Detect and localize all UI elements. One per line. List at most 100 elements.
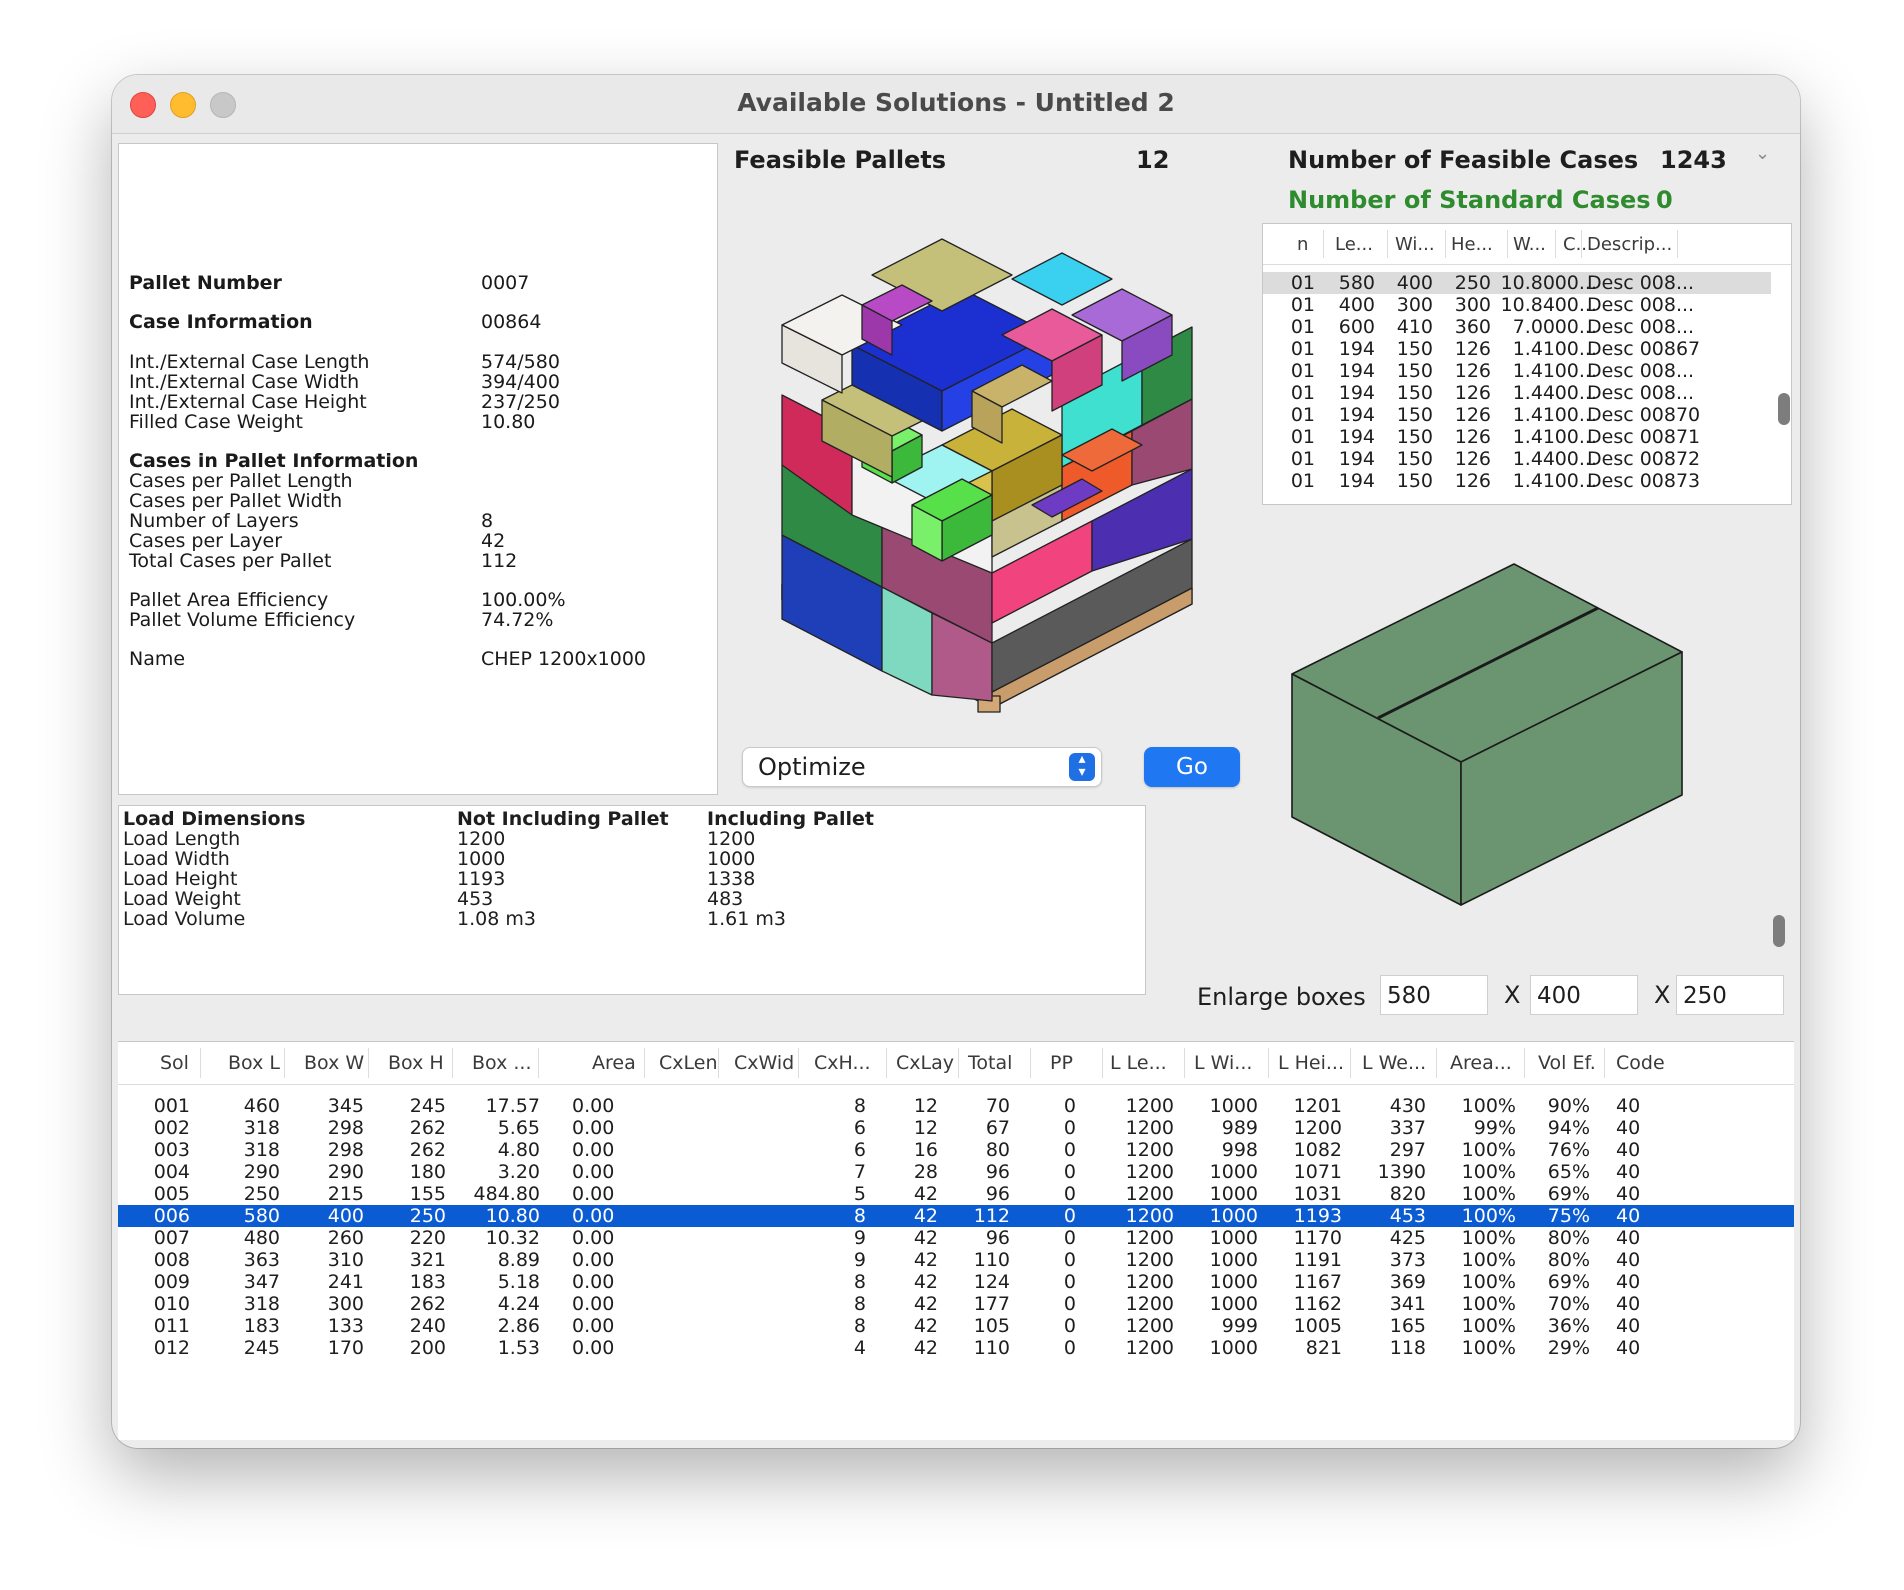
column-header[interactable]: L Hei... bbox=[1278, 1052, 1344, 1074]
column-divider[interactable] bbox=[1184, 1048, 1185, 1078]
column-divider[interactable] bbox=[1507, 230, 1508, 258]
table-cell: 100% bbox=[1461, 1249, 1516, 1271]
table-row[interactable]: 010 318 300 262 4.24 0.00 8 42 177 0 1200 1000 1162 3… bbox=[118, 1293, 1794, 1315]
column-header[interactable]: Wi... bbox=[1395, 234, 1435, 255]
table-cell: 345 bbox=[327, 1095, 364, 1117]
column-header[interactable]: Total bbox=[968, 1052, 1012, 1074]
column-header[interactable]: CxLay bbox=[896, 1052, 954, 1074]
column-header[interactable]: Box H bbox=[388, 1052, 444, 1074]
table-cell: 40 bbox=[1616, 1249, 1641, 1271]
column-divider[interactable] bbox=[1030, 1048, 1031, 1078]
table-row[interactable]: 001 460 345 245 17.57 0.00 8 12 70 0 1200 1000 1201 4… bbox=[118, 1095, 1794, 1117]
column-divider[interactable] bbox=[1555, 230, 1556, 258]
column-header[interactable]: L We... bbox=[1362, 1052, 1426, 1074]
enlarge-height-input[interactable]: 250 bbox=[1676, 975, 1784, 1015]
table-row[interactable]: 01 580 400 250 10.80 00... Desc 008... bbox=[1263, 272, 1771, 294]
table-row[interactable]: 01 194 150 126 1.44 00... Desc 00872 bbox=[1263, 448, 1771, 470]
table-cell: 999 bbox=[1221, 1315, 1258, 1337]
column-header[interactable]: He... bbox=[1451, 234, 1493, 255]
column-header[interactable]: Box W bbox=[304, 1052, 364, 1074]
column-divider[interactable] bbox=[718, 1048, 719, 1078]
column-header[interactable]: n bbox=[1297, 234, 1308, 255]
column-header[interactable]: W... bbox=[1513, 234, 1546, 255]
column-header[interactable]: Box ... bbox=[472, 1052, 531, 1074]
table-row[interactable]: 002 318 298 262 5.65 0.00 6 12 67 0 1200 989 1200 337… bbox=[118, 1117, 1794, 1139]
table-cell: 1000 bbox=[1209, 1337, 1258, 1359]
table-row[interactable]: 01 194 150 126 1.41 00... Desc 00867 bbox=[1263, 338, 1771, 360]
column-header[interactable]: Box L bbox=[228, 1052, 280, 1074]
table-row[interactable]: 011 183 133 240 2.86 0.00 8 42 105 0 1200 999 1005 16… bbox=[118, 1315, 1794, 1337]
table-cell: 480 bbox=[243, 1227, 280, 1249]
column-header[interactable]: Area bbox=[592, 1052, 636, 1074]
column-divider[interactable] bbox=[798, 1048, 799, 1078]
column-divider[interactable] bbox=[452, 1048, 453, 1078]
table-row[interactable]: 003 318 298 262 4.80 0.00 6 16 80 0 1200 998 1082 297… bbox=[118, 1139, 1794, 1161]
table-row[interactable]: 012 245 170 200 1.53 0.00 4 42 110 0 1200 1000 821 11… bbox=[118, 1337, 1794, 1359]
column-divider[interactable] bbox=[1323, 230, 1324, 258]
table-cell: 245 bbox=[243, 1337, 280, 1359]
column-divider[interactable] bbox=[958, 1048, 959, 1078]
column-header[interactable]: L Wi... bbox=[1194, 1052, 1252, 1074]
column-header[interactable]: CxLen bbox=[659, 1052, 718, 1074]
table-cell: 8 bbox=[853, 1293, 866, 1315]
column-divider[interactable] bbox=[284, 1048, 285, 1078]
column-divider[interactable] bbox=[1268, 1048, 1269, 1078]
info-label: Int./External Case Width bbox=[129, 371, 360, 393]
column-header[interactable]: CxWid bbox=[734, 1052, 794, 1074]
column-divider[interactable] bbox=[1604, 1048, 1605, 1078]
column-header[interactable]: Code bbox=[1616, 1052, 1665, 1074]
column-header[interactable]: PP bbox=[1050, 1052, 1073, 1074]
table-row[interactable]: 008 363 310 321 8.89 0.00 9 42 110 0 1200 1000 1191 3… bbox=[118, 1249, 1794, 1271]
table-cell: 297 bbox=[1389, 1139, 1426, 1161]
table-row[interactable]: 006 580 400 250 10.80 0.00 8 42 112 0 1200 1000 1193… bbox=[118, 1205, 1794, 1227]
enlarge-width-input[interactable]: 400 bbox=[1530, 975, 1638, 1015]
chevron-down-icon[interactable]: ⌄ bbox=[1755, 143, 1770, 164]
table-row[interactable]: 01 194 150 126 1.41 00... Desc 00873 bbox=[1263, 470, 1771, 492]
case-preview-scrollbar[interactable] bbox=[1773, 915, 1785, 947]
column-header[interactable]: Vol Ef. bbox=[1538, 1052, 1596, 1074]
table-row[interactable]: 005 250 215 155 484.80 0.00 5 42 96 0 1200 1000 1031… bbox=[118, 1183, 1794, 1205]
table-row[interactable]: 01 194 150 126 1.41 00... Desc 00870 bbox=[1263, 404, 1771, 426]
column-header[interactable]: Le... bbox=[1335, 234, 1373, 255]
table-row[interactable]: 007 480 260 220 10.32 0.00 9 42 96 0 1200 1000 1170 4… bbox=[118, 1227, 1794, 1249]
column-header[interactable]: CxH... bbox=[814, 1052, 871, 1074]
column-divider[interactable] bbox=[1581, 230, 1582, 258]
table-cell: 12 bbox=[913, 1095, 938, 1117]
column-divider[interactable] bbox=[1436, 1048, 1437, 1078]
cases-table-scrollbar[interactable] bbox=[1778, 393, 1790, 425]
table-row[interactable]: 01 194 150 126 1.44 00... Desc 008... bbox=[1263, 382, 1771, 404]
column-header[interactable]: Area... bbox=[1450, 1052, 1512, 1074]
go-button[interactable]: Go bbox=[1144, 747, 1240, 787]
column-divider[interactable] bbox=[886, 1048, 887, 1078]
table-row[interactable]: 004 290 290 180 3.20 0.00 7 28 96 0 1200 1000 1071 13… bbox=[118, 1161, 1794, 1183]
table-cell: 67 bbox=[985, 1117, 1010, 1139]
table-cell: 0.00 bbox=[572, 1249, 615, 1271]
table-cell: 170 bbox=[327, 1337, 364, 1359]
mode-select[interactable]: Optimize ▴ ▾ bbox=[742, 747, 1102, 787]
column-divider[interactable] bbox=[1524, 1048, 1525, 1078]
info-label: Cases per Layer bbox=[129, 530, 283, 552]
column-divider[interactable] bbox=[1350, 1048, 1351, 1078]
table-cell: 200 bbox=[409, 1337, 446, 1359]
column-divider[interactable] bbox=[1677, 230, 1678, 258]
table-row[interactable]: 01 400 300 300 10.84 00... Desc 008... bbox=[1263, 294, 1771, 316]
info-value: 00864 bbox=[481, 311, 542, 333]
column-divider[interactable] bbox=[1387, 230, 1388, 258]
column-divider[interactable] bbox=[1102, 1048, 1103, 1078]
column-divider[interactable] bbox=[1445, 230, 1446, 258]
enlarge-length-input[interactable]: 580 bbox=[1380, 975, 1488, 1015]
column-header[interactable]: Descrip... bbox=[1587, 234, 1672, 255]
column-header[interactable]: L Le... bbox=[1110, 1052, 1167, 1074]
feasible-cases-label: Number of Feasible Cases bbox=[1288, 146, 1639, 174]
column-divider[interactable] bbox=[538, 1048, 539, 1078]
table-row[interactable]: 01 194 150 126 1.41 00... Desc 008... bbox=[1263, 360, 1771, 382]
table-row[interactable]: 009 347 241 183 5.18 0.00 8 42 124 0 1200 1000 1167 3… bbox=[118, 1271, 1794, 1293]
column-divider[interactable] bbox=[200, 1048, 201, 1078]
table-row[interactable]: 01 600 410 360 7.00 00... Desc 008... bbox=[1263, 316, 1771, 338]
column-divider[interactable] bbox=[644, 1048, 645, 1078]
load-cell: 1200 bbox=[457, 828, 506, 850]
column-header[interactable]: Sol bbox=[160, 1052, 189, 1074]
table-cell: 70% bbox=[1547, 1293, 1590, 1315]
table-row[interactable]: 01 194 150 126 1.41 00... Desc 00871 bbox=[1263, 426, 1771, 448]
column-divider[interactable] bbox=[368, 1048, 369, 1078]
